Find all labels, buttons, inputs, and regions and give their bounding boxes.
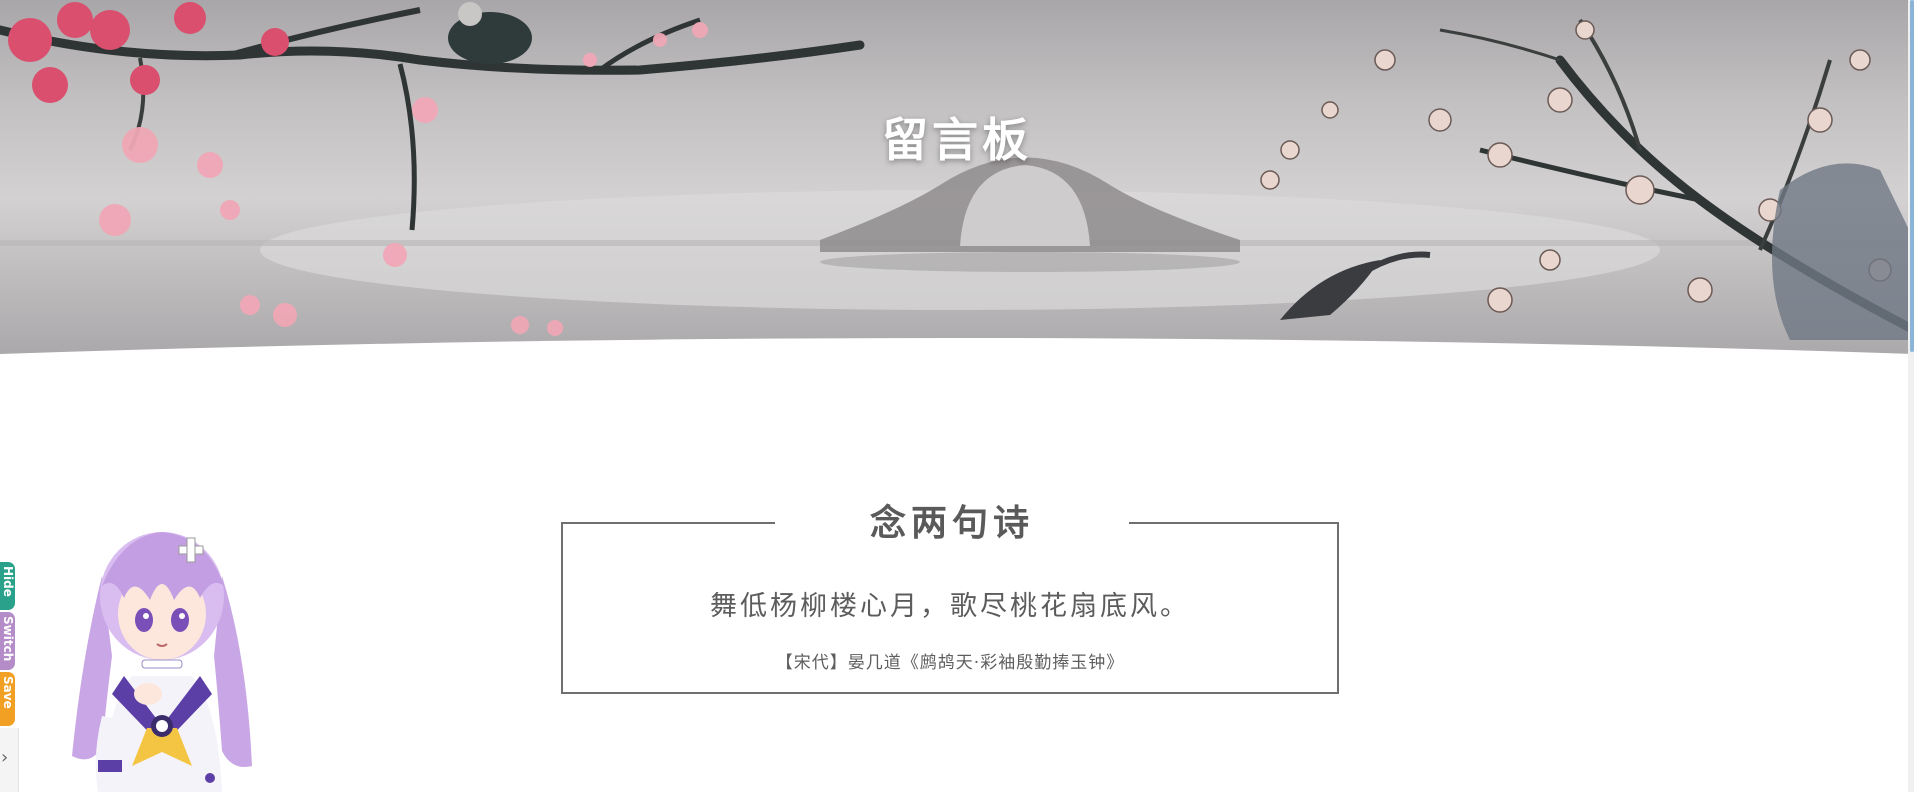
hide-button[interactable]: Hide bbox=[0, 562, 15, 610]
poem-source: 【宋代】晏几道《鹧鸪天·彩袖殷勤捧玉钟》 bbox=[775, 653, 1125, 673]
switch-button[interactable]: Switch bbox=[0, 612, 15, 670]
poem-card: 念两句诗 舞低杨柳楼心月，歌尽桃花扇底风。 【宋代】晏几道《鹧鸪天·彩袖殷勤捧玉… bbox=[561, 496, 1339, 694]
page: 留言板 念两句诗 舞低杨柳楼心月，歌尽桃花扇底风。 【宋代】晏几道《鹧鸪天·彩袖… bbox=[0, 0, 1914, 792]
mascot-character[interactable] bbox=[62, 516, 262, 792]
hero-banner: 留言板 bbox=[0, 0, 1914, 360]
hero-background-painting bbox=[0, 2, 1914, 340]
hero-wave-divider bbox=[0, 338, 1914, 360]
page-scrollbar[interactable] bbox=[1908, 0, 1914, 792]
save-button[interactable]: Save bbox=[0, 672, 15, 726]
chevron-right-icon: › bbox=[1, 747, 9, 768]
save-button-label: Save bbox=[1, 676, 15, 709]
hide-button-label: Hide bbox=[1, 566, 15, 597]
poem-heading: 念两句诗 bbox=[775, 496, 1129, 552]
switch-button-label: Switch bbox=[1, 616, 15, 662]
scrollbar-thumb[interactable] bbox=[1910, 0, 1914, 352]
poem-line: 舞低杨柳楼心月，歌尽桃花扇底风。 bbox=[710, 591, 1190, 622]
page-title: 留言板 bbox=[882, 113, 1032, 167]
widget-toggle-button[interactable]: › bbox=[0, 728, 19, 792]
